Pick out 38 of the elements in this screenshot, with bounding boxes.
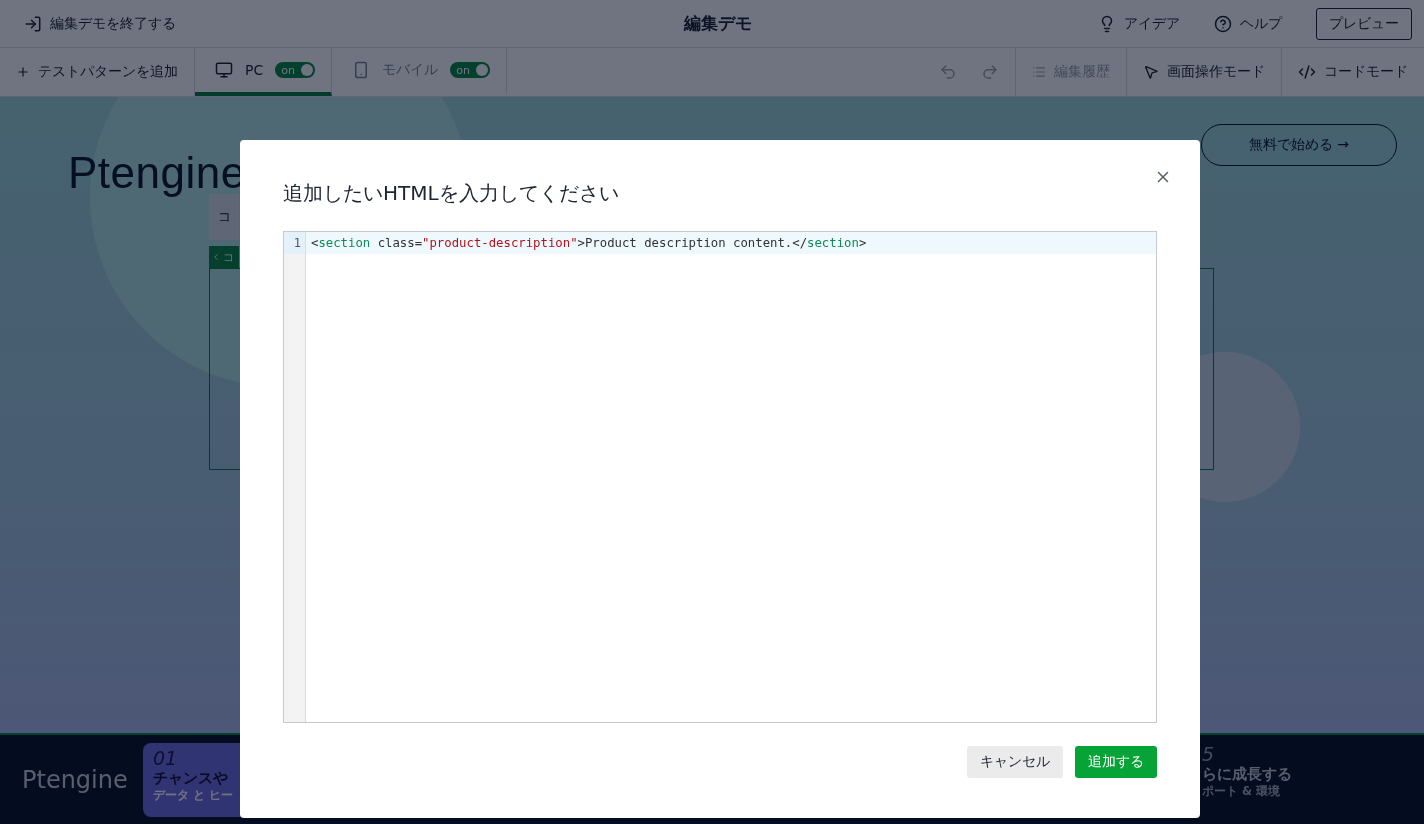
device-toggle[interactable]: on	[450, 62, 491, 78]
screen-mode-button[interactable]: 画面操作モード	[1127, 48, 1282, 96]
help-icon	[1214, 14, 1232, 33]
exit-icon	[24, 14, 42, 33]
exit-label: 編集デモを終了する	[50, 14, 176, 33]
monitor-icon	[215, 61, 233, 79]
chevron-left-icon	[211, 252, 221, 262]
element-label[interactable]: コ	[209, 246, 239, 268]
device-label: PC	[245, 62, 264, 78]
card-title: チャンスや	[153, 768, 228, 788]
add-button[interactable]: 追加する	[1075, 746, 1157, 778]
exit-link[interactable]: 編集デモを終了する	[24, 14, 487, 33]
preview-button[interactable]: プレビュー	[1316, 7, 1412, 40]
element-tab[interactable]: コ	[209, 194, 239, 240]
redo-icon[interactable]	[981, 63, 999, 81]
device-toggle[interactable]: on	[275, 62, 316, 78]
plus-icon	[16, 65, 30, 79]
idea-link[interactable]: アイデア	[1098, 14, 1180, 33]
dialog-title: 追加したいHTMLを入力してください	[283, 180, 620, 207]
help-link[interactable]: ヘルプ	[1214, 14, 1282, 33]
cancel-button[interactable]: キャンセル	[967, 746, 1063, 778]
window-title: 編集デモ	[682, 12, 753, 35]
footer-logo: Ptengine	[22, 765, 129, 794]
help-label: ヘルプ	[1240, 14, 1282, 33]
card-number: 01	[153, 746, 178, 769]
list-icon	[1032, 65, 1046, 79]
undo-icon[interactable]	[939, 63, 957, 81]
card-title: らに成長する	[1202, 765, 1292, 784]
add-pattern-button[interactable]: テストパターンを追加	[38, 63, 178, 81]
card-number: 5	[1202, 743, 1216, 765]
idea-label: アイデア	[1124, 14, 1180, 33]
card-subtitle: ポート & 環境	[1202, 784, 1282, 799]
pointer-icon	[1143, 64, 1159, 80]
code-editor[interactable]: 1 <section class="product-description">Product description content.</section>	[283, 231, 1157, 723]
line-number: 1	[284, 232, 305, 254]
code-mode-button[interactable]: コードモード	[1282, 48, 1424, 96]
code-icon	[1298, 63, 1316, 81]
card-subtitle: データ と ヒー	[153, 787, 233, 803]
